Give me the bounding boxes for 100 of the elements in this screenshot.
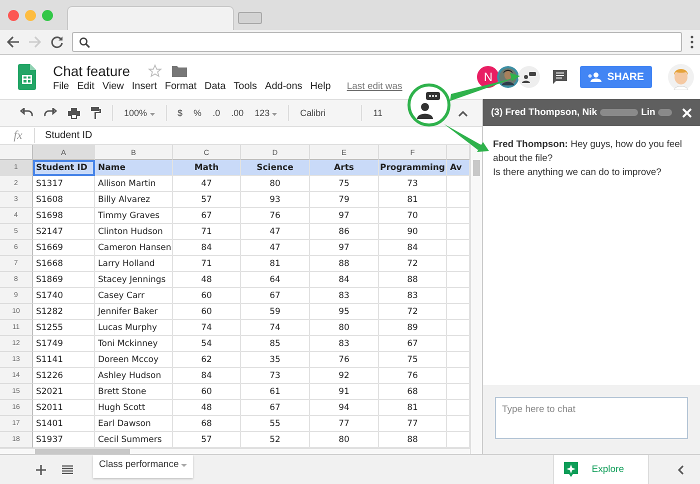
last-edit-link[interactable]: Last edit was — [346, 80, 402, 92]
close-window-button[interactable] — [8, 10, 19, 20]
menu-item[interactable]: View — [102, 80, 124, 92]
menu-item[interactable]: Help — [310, 80, 331, 92]
table-cell: 90 — [379, 224, 447, 240]
table-cell: 88 — [310, 256, 379, 272]
chat-message: Is there anything we can do to improve? — [493, 166, 662, 180]
table-cell: 80 — [310, 320, 379, 336]
collapse-panel-icon[interactable] — [677, 464, 684, 474]
table-cell: 94 — [310, 400, 379, 416]
all-sheets-icon[interactable] — [62, 465, 73, 474]
explore-button[interactable]: Explore — [552, 455, 649, 484]
table-cell: S1226 — [33, 368, 95, 384]
currency-format-button[interactable]: $ — [178, 108, 183, 118]
table-cell: 97 — [310, 208, 379, 224]
table-cell: 76 — [379, 368, 447, 384]
formula-field[interactable]: Student ID — [45, 130, 92, 141]
vertical-scrollbar[interactable] — [473, 160, 480, 176]
table-cell: Toni Mckinney — [95, 336, 173, 352]
more-formats-dropdown[interactable]: 123 — [254, 108, 278, 118]
percent-format-button[interactable]: % — [194, 108, 202, 118]
collapse-icon[interactable] — [458, 110, 468, 116]
decrease-decimals-button[interactable]: .0 — [212, 108, 220, 118]
undo-icon[interactable] — [20, 108, 33, 118]
font-dropdown[interactable]: Calibri — [300, 108, 350, 118]
table-cell: Billy Alvarez — [95, 192, 173, 208]
folder-icon[interactable] — [172, 64, 188, 76]
menu-item[interactable]: Data — [204, 80, 226, 92]
table-cell: 91 — [310, 384, 379, 400]
table-cell: 93 — [241, 192, 310, 208]
table-cell: S1698 — [33, 208, 95, 224]
table-cell: 55 — [241, 416, 310, 432]
table-cell: 72 — [379, 256, 447, 272]
table-cell: Ashley Hudson — [95, 368, 173, 384]
table-cell: 67 — [379, 336, 447, 352]
table-cell: 80 — [241, 176, 310, 192]
increase-decimals-button[interactable]: .00 — [231, 108, 244, 118]
table-cell: 67 — [241, 288, 310, 304]
table-cell: 79 — [310, 192, 379, 208]
table-cell: 84 — [310, 272, 379, 288]
share-button[interactable]: SHARE — [580, 66, 652, 88]
table-cell: 60 — [173, 384, 241, 400]
menu-item[interactable]: Add-ons — [265, 80, 302, 92]
header-cell: Arts — [310, 160, 379, 176]
table-cell: 62 — [173, 352, 241, 368]
comments-icon[interactable] — [552, 69, 568, 85]
table-cell: 61 — [241, 384, 310, 400]
table-cell: S2011 — [33, 400, 95, 416]
table-cell: S1255 — [33, 320, 95, 336]
table-cell: S1317 — [33, 176, 95, 192]
table-cell: Timmy Graves — [95, 208, 173, 224]
table-cell: 64 — [241, 272, 310, 288]
table-cell: 71 — [173, 224, 241, 240]
table-cell: 83 — [310, 288, 379, 304]
table-cell: 75 — [310, 176, 379, 192]
table-cell: 67 — [173, 208, 241, 224]
sheets-logo-icon[interactable] — [18, 64, 36, 90]
search-icon — [79, 36, 90, 48]
table-cell: 76 — [241, 208, 310, 224]
chat-input-field[interactable]: Type here to chat — [495, 397, 688, 439]
header-cell: Name — [95, 160, 173, 176]
callout-arrow — [450, 73, 520, 101]
address-field[interactable] — [72, 32, 682, 52]
table-cell: Hugh Scott — [95, 400, 173, 416]
horizontal-scrollbar[interactable] — [35, 449, 130, 454]
add-sheet-icon[interactable] — [36, 464, 46, 474]
document-title[interactable]: Chat feature — [53, 62, 130, 78]
blurred-name — [658, 109, 672, 116]
formula-label: fx — [0, 128, 35, 143]
table-cell: 60 — [173, 288, 241, 304]
close-icon[interactable] — [682, 108, 692, 118]
chat-people-icon — [522, 72, 536, 82]
show-chat-button[interactable] — [518, 66, 540, 88]
zoom-dropdown[interactable]: 100% — [124, 108, 155, 118]
menu-item[interactable]: Tools — [234, 80, 258, 92]
header-cell: Science — [241, 160, 310, 176]
table-cell: 75 — [379, 352, 447, 368]
menu-item[interactable]: Edit — [77, 80, 94, 92]
sheet-tab[interactable]: Class performance — [93, 455, 194, 478]
table-cell: 67 — [241, 400, 310, 416]
table-cell: 84 — [379, 240, 447, 256]
menu-item[interactable]: Insert — [132, 80, 157, 92]
header-cell: Math — [173, 160, 241, 176]
table-cell: 72 — [379, 304, 447, 320]
caret-icon — [272, 113, 278, 116]
star-icon[interactable] — [148, 64, 162, 78]
paint-format-icon[interactable] — [91, 107, 101, 119]
table-cell: 73 — [241, 368, 310, 384]
table-cell: 81 — [241, 256, 310, 272]
back-icon[interactable] — [6, 35, 20, 49]
font-size-dropdown[interactable]: 11 — [373, 108, 394, 118]
menu-item[interactable]: File — [53, 80, 70, 92]
menu-item[interactable]: Format — [164, 80, 197, 92]
table-cell: 47 — [241, 224, 310, 240]
table-cell: S1749 — [33, 336, 95, 352]
menu-icon[interactable] — [690, 35, 694, 49]
table-cell: S1869 — [33, 272, 95, 288]
print-icon[interactable] — [68, 108, 80, 118]
reload-icon[interactable] — [50, 35, 64, 49]
redo-icon[interactable] — [44, 108, 57, 118]
